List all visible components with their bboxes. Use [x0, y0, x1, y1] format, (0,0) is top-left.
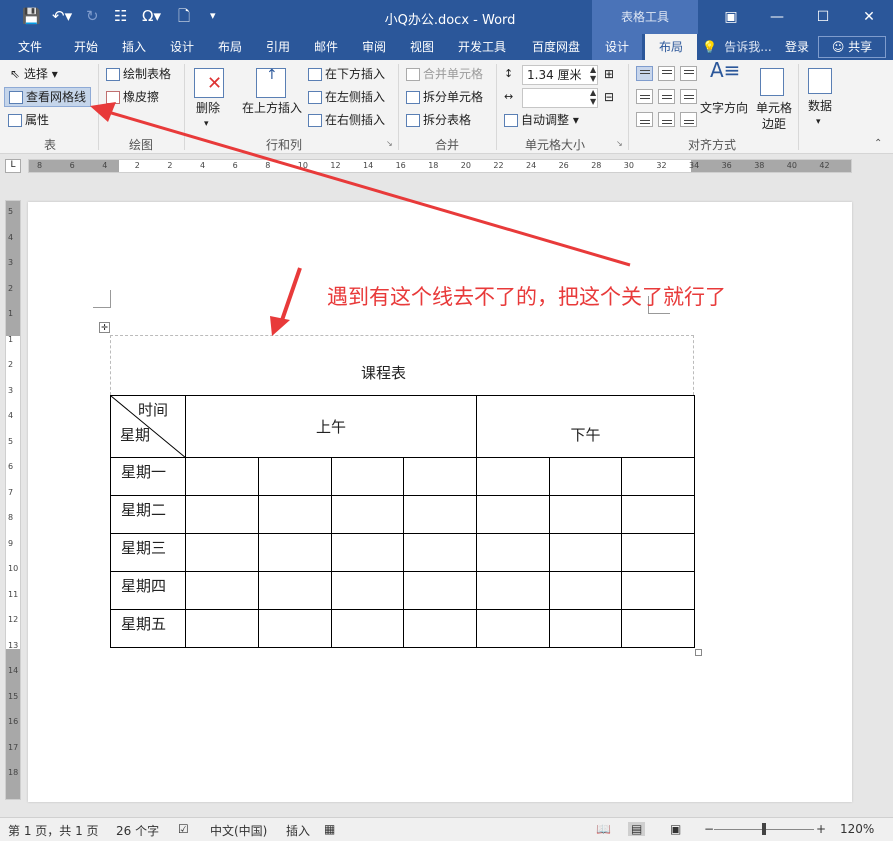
status-bar: 第 1 页，共 1 页 26 个字 ☑ 中文(中国) 插入 ▦ 📖 ▤ ▣ − … [0, 817, 893, 841]
macro-icon[interactable]: ▦ [324, 822, 335, 836]
proofing-icon[interactable]: ☑ [178, 822, 189, 836]
annotation-overlay [90, 102, 631, 336]
zoom-level[interactable]: 120% [840, 822, 874, 836]
page-count[interactable]: 第 1 页，共 1 页 [8, 822, 99, 839]
annotation-arrow-line [107, 110, 631, 267]
print-layout-icon[interactable]: ▤ [628, 822, 646, 836]
insert-mode-indicator[interactable]: 插入 [286, 822, 310, 839]
zoom-in-icon[interactable]: + [816, 822, 826, 836]
language-indicator[interactable]: 中文(中国) [210, 822, 267, 839]
annotation-text: 遇到有这个线去不了的，把这个关了就行了 [327, 285, 726, 309]
read-mode-icon[interactable]: 📖 [596, 822, 611, 836]
zoom-slider-thumb[interactable] [762, 823, 766, 835]
web-layout-icon[interactable]: ▣ [670, 822, 681, 836]
annotation-arrowhead [270, 316, 290, 336]
word-count[interactable]: 26 个字 [116, 822, 159, 839]
annotation-arrow-line [278, 267, 302, 327]
zoom-out-icon[interactable]: − [704, 822, 714, 836]
